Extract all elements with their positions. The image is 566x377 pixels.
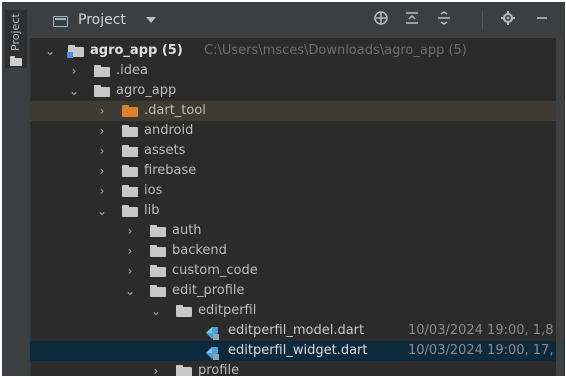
chevron-down-icon[interactable]: ⌄ [124,281,136,301]
collapse-all-icon[interactable] [402,10,422,30]
tree-row-backend[interactable]: › backend [30,241,565,261]
tree-label-android: android [144,123,194,138]
folder-icon [176,305,192,317]
scrollbar[interactable] [556,38,564,376]
tool-window-header: Project [30,2,565,38]
root-name: agro_app (5) [90,43,183,58]
module-folder-icon [67,45,84,58]
folder-icon [122,205,138,217]
chevron-right-icon[interactable]: › [150,361,162,376]
excluded-folder-icon [122,105,138,117]
folder-icon [10,56,22,66]
tree-row-idea[interactable]: › .idea [30,61,565,81]
project-view-icon [53,16,68,27]
project-tool-tab[interactable]: Project [5,10,27,68]
chevron-right-icon[interactable]: › [124,221,136,241]
folder-icon [122,165,138,177]
project-tool-tab-label: Project [9,13,22,51]
tree-row-custom-code[interactable]: › custom_code [30,261,565,281]
expand-all-icon[interactable] [434,10,454,30]
chevron-right-icon[interactable]: › [96,161,108,181]
tree-label-firebase: firebase [144,163,197,178]
dart-file-icon [206,347,219,360]
project-tree: ⌄ agro_app (5) C:\Users\msces\Downloads\… [30,38,565,376]
file-name: editperfil_model.dart [228,323,365,338]
tree-row-lib[interactable]: ⌄ lib [30,201,565,221]
file-meta: 10/03/2024 19:00, 17, [408,343,554,358]
folder-icon [94,65,110,77]
chevron-right-icon[interactable]: › [68,61,80,81]
root-path: C:\Users\msces\Downloads\agro_app (5) [204,43,467,58]
tree-label-editperfil: editperfil [198,303,257,318]
tree-label-custom-code: custom_code [172,263,258,278]
tree-row-ios[interactable]: › ios [30,181,565,201]
chevron-down-icon[interactable]: ⌄ [68,81,80,101]
tree-label-profile: profile [198,363,240,376]
folder-icon [122,125,138,137]
dart-file-icon [206,327,219,340]
tree-row-editperfil-model[interactable]: editperfil_model.dart 10/03/2024 19:00, … [30,321,565,341]
tree-label-auth: auth [172,223,202,238]
tree-label-ios: ios [144,183,163,198]
locate-icon[interactable] [371,10,391,30]
file-name: editperfil_widget.dart [228,343,368,358]
folder-icon [176,365,192,376]
folder-icon [150,265,166,277]
tree-row-editperfil-widget[interactable]: editperfil_widget.dart 10/03/2024 19:00,… [30,341,565,361]
chevron-down-icon[interactable]: ⌄ [44,41,56,61]
chevron-right-icon[interactable]: › [96,181,108,201]
chevron-right-icon[interactable]: › [124,261,136,281]
chevron-down-icon[interactable]: ⌄ [96,201,108,221]
tree-label-edit-profile: edit_profile [172,283,245,298]
tree-label-lib: lib [144,203,160,218]
tree-row-agro-app[interactable]: ⌄ agro_app [30,81,565,101]
file-meta: 10/03/2024 19:00, 1,8 [408,323,554,338]
minimize-icon[interactable] [532,10,552,30]
tree-label-dart-tool: .dart_tool [144,103,206,118]
folder-icon [94,85,110,97]
tree-row-dart-tool[interactable]: › .dart_tool [30,101,565,121]
tree-label-idea: .idea [116,63,148,78]
header-separator [482,11,483,29]
gear-icon[interactable] [498,10,518,30]
tree-row-root[interactable]: ⌄ agro_app (5) C:\Users\msces\Downloads\… [30,41,565,61]
chevron-right-icon[interactable]: › [96,141,108,161]
project-tool-window: Project Project ⌄ agro_app (5) C:\Users\… [2,2,565,376]
tree-label-backend: backend [172,243,227,258]
chevron-right-icon[interactable]: › [96,121,108,141]
tree-row-auth[interactable]: › auth [30,221,565,241]
view-title[interactable]: Project [78,12,126,28]
folder-icon [150,225,166,237]
tree-label-assets: assets [144,143,186,158]
folder-icon [122,145,138,157]
chevron-down-icon[interactable]: ⌄ [150,301,162,321]
chevron-right-icon[interactable]: › [96,101,108,121]
chevron-down-icon[interactable] [146,17,156,23]
folder-icon [150,245,166,257]
folder-icon [150,285,166,297]
chevron-right-icon[interactable]: › [124,241,136,261]
tree-label-agro-app: agro_app [116,83,177,98]
tree-row-profile[interactable]: › profile [30,361,565,376]
tree-row-editperfil[interactable]: ⌄ editperfil [30,301,565,321]
tree-row-android[interactable]: › android [30,121,565,141]
folder-icon [122,185,138,197]
tree-row-assets[interactable]: › assets [30,141,565,161]
tree-row-firebase[interactable]: › firebase [30,161,565,181]
tool-strip: Project [2,2,31,376]
tree-row-edit-profile[interactable]: ⌄ edit_profile [30,281,565,301]
